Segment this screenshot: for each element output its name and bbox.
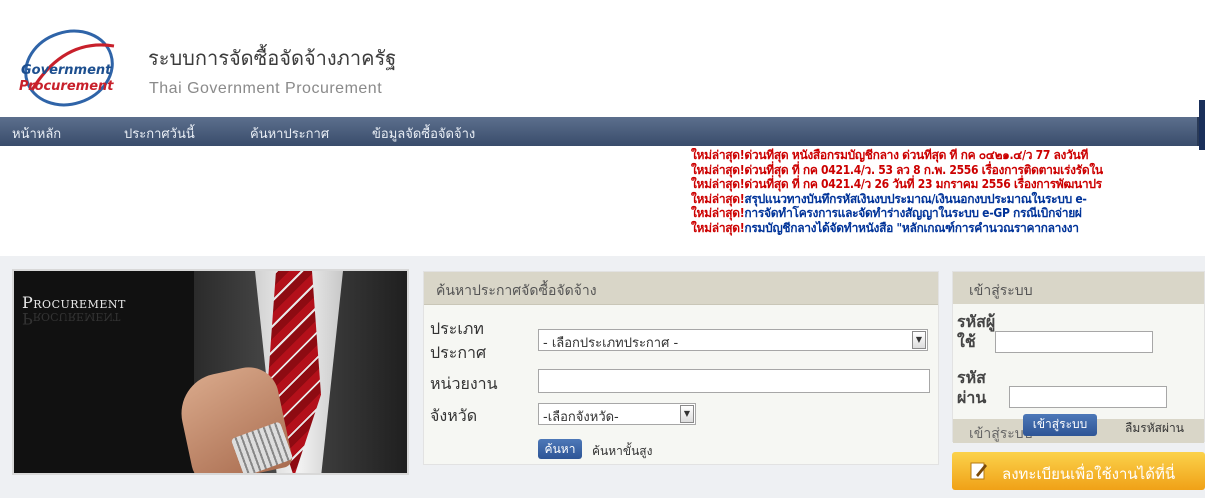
chevron-down-icon[interactable]: ▼ <box>912 331 926 349</box>
promo-title-reflection: Procurement <box>22 309 121 328</box>
news-new-badge: ใหม่ล่าสุด! <box>691 162 745 177</box>
news-item[interactable]: ใหม่ล่าสุด!ด่วนที่สุด หนังสือกรมบัญชีกลา… <box>691 148 1205 163</box>
news-item[interactable]: ใหม่ล่าสุด!ด่วนที่สุด ที่ กค 0421.4/ว. 5… <box>691 163 1205 178</box>
login-panel-header: เข้าสู่ระบบ <box>953 272 1204 304</box>
password-input[interactable] <box>1009 386 1167 408</box>
main-nav: หน้าหลัก ประกาศวันนี้ ค้นหาประกาศ ข้อมูล… <box>0 117 1205 146</box>
news-text: การจัดทำโครงการและจัดทำร่างสัญญาในระบบ e… <box>744 206 1082 220</box>
password-label-line2: ผ่าน <box>957 388 987 407</box>
news-new-badge: ใหม่ล่าสุด! <box>691 148 745 162</box>
announcement-type-selected: - เลือกประเภทประกาศ - <box>543 336 679 351</box>
search-panel: ค้นหาประกาศจัดซื้อจัดจ้าง ประเภท ประกาศ … <box>423 271 939 465</box>
news-ticker: ใหม่ล่าสุด!ด่วนที่สุด หนังสือกรมบัญชีกลา… <box>691 148 1205 252</box>
login-button[interactable]: เข้าสู่ระบบ <box>1023 414 1097 436</box>
logo-text-procurement: Procurement <box>19 79 114 94</box>
news-text: ด่วนที่สุด หนังสือกรมบัญชีกลาง ด่วนที่สุ… <box>744 148 1089 162</box>
promo-banner: Procurement Procurement <box>12 269 409 475</box>
news-new-badge: ใหม่ล่าสุด! <box>691 191 745 206</box>
login-panel: เข้าสู่ระบบ รหัสผู้ ใช้ รหัส ผ่าน เข้าสู… <box>952 271 1205 443</box>
search-panel-title: ค้นหาประกาศจัดซื้อจัดจ้าง <box>436 283 597 299</box>
nav-item-search-announcements[interactable]: ค้นหาประกาศ <box>250 123 329 144</box>
chevron-down-icon[interactable]: ▼ <box>680 405 694 423</box>
news-new-badge: ใหม่ล่าสุด! <box>691 220 745 235</box>
register-label: ลงทะเบียนเพื่อใช้งานได้ที่นี่ <box>1002 465 1176 483</box>
news-text: สรุปแนวทางบันทึกรหัสเงินงบประมาณ/เงินนอก… <box>744 191 1087 206</box>
edit-document-icon <box>970 462 987 480</box>
news-item[interactable]: ใหม่ล่าสุด!การจัดทำโครงการและจัดทำร่างสั… <box>691 206 1205 221</box>
forgot-password-link[interactable]: ลืมรหัสผ่าน <box>1125 419 1184 438</box>
news-new-badge: ใหม่ล่าสุด! <box>691 177 745 191</box>
nav-item-today-announcements[interactable]: ประกาศวันนี้ <box>124 123 195 144</box>
login-panel-title: เข้าสู่ระบบ <box>969 283 1033 299</box>
username-input[interactable] <box>995 331 1153 353</box>
logo-text-government: Government <box>21 63 112 78</box>
news-text: ด่วนที่สุด ที่ กค 0421.4/ว. 53 ลว 8 ก.พ.… <box>744 162 1103 177</box>
agency-input[interactable] <box>538 369 930 393</box>
province-label: จังหวัด <box>430 406 478 425</box>
site-subtitle: Thai Government Procurement <box>149 80 383 97</box>
news-text: ด่วนที่สุด ที่ กค 0421.4/ว 26 วันที่ 23 … <box>744 177 1102 191</box>
nav-item-procurement-data[interactable]: ข้อมูลจัดซื้อจัดจ้าง <box>372 123 475 144</box>
site-header: Government Procurement ระบบการจัดซื้อจัด… <box>0 0 1205 117</box>
province-select[interactable]: -เลือกจังหวัด- ▼ <box>538 403 696 425</box>
username-label-line2: ใช้ <box>957 332 976 351</box>
register-button[interactable]: ลงทะเบียนเพื่อใช้งานได้ที่นี่ <box>952 452 1205 490</box>
username-label-line1: รหัสผู้ <box>957 312 996 331</box>
province-selected: -เลือกจังหวัด- <box>543 410 619 425</box>
search-button[interactable]: ค้นหา <box>538 439 582 459</box>
news-item[interactable]: ใหม่ล่าสุด!กรมบัญชีกลางได้จัดทำหนังสือ "… <box>691 221 1205 236</box>
announcement-type-select[interactable]: - เลือกประเภทประกาศ - ▼ <box>538 329 928 351</box>
type-label-line2: ประกาศ <box>430 343 487 362</box>
nav-item-home[interactable]: หน้าหลัก <box>12 123 61 144</box>
password-label-line1: รหัส <box>957 368 986 387</box>
news-new-badge: ใหม่ล่าสุด! <box>691 206 745 220</box>
site-title: ระบบการจัดซื้อจัดจ้างภาครัฐ <box>148 46 397 70</box>
news-text: กรมบัญชีกลางได้จัดทำหนังสือ "หลักเกณฑ์กา… <box>744 220 1079 235</box>
type-label-line1: ประเภท <box>430 319 484 338</box>
search-panel-header: ค้นหาประกาศจัดซื้อจัดจ้าง <box>424 272 938 305</box>
ticker-scroll-handle[interactable] <box>1199 100 1205 150</box>
news-item[interactable]: ใหม่ล่าสุด!สรุปแนวทางบันทึกรหัสเงินงบประ… <box>691 192 1205 207</box>
agency-label: หน่วยงาน <box>430 374 498 393</box>
news-item[interactable]: ใหม่ล่าสุด!ด่วนที่สุด ที่ กค 0421.4/ว 26… <box>691 177 1205 192</box>
advanced-search-link[interactable]: ค้นหาขั้นสูง <box>592 442 652 461</box>
